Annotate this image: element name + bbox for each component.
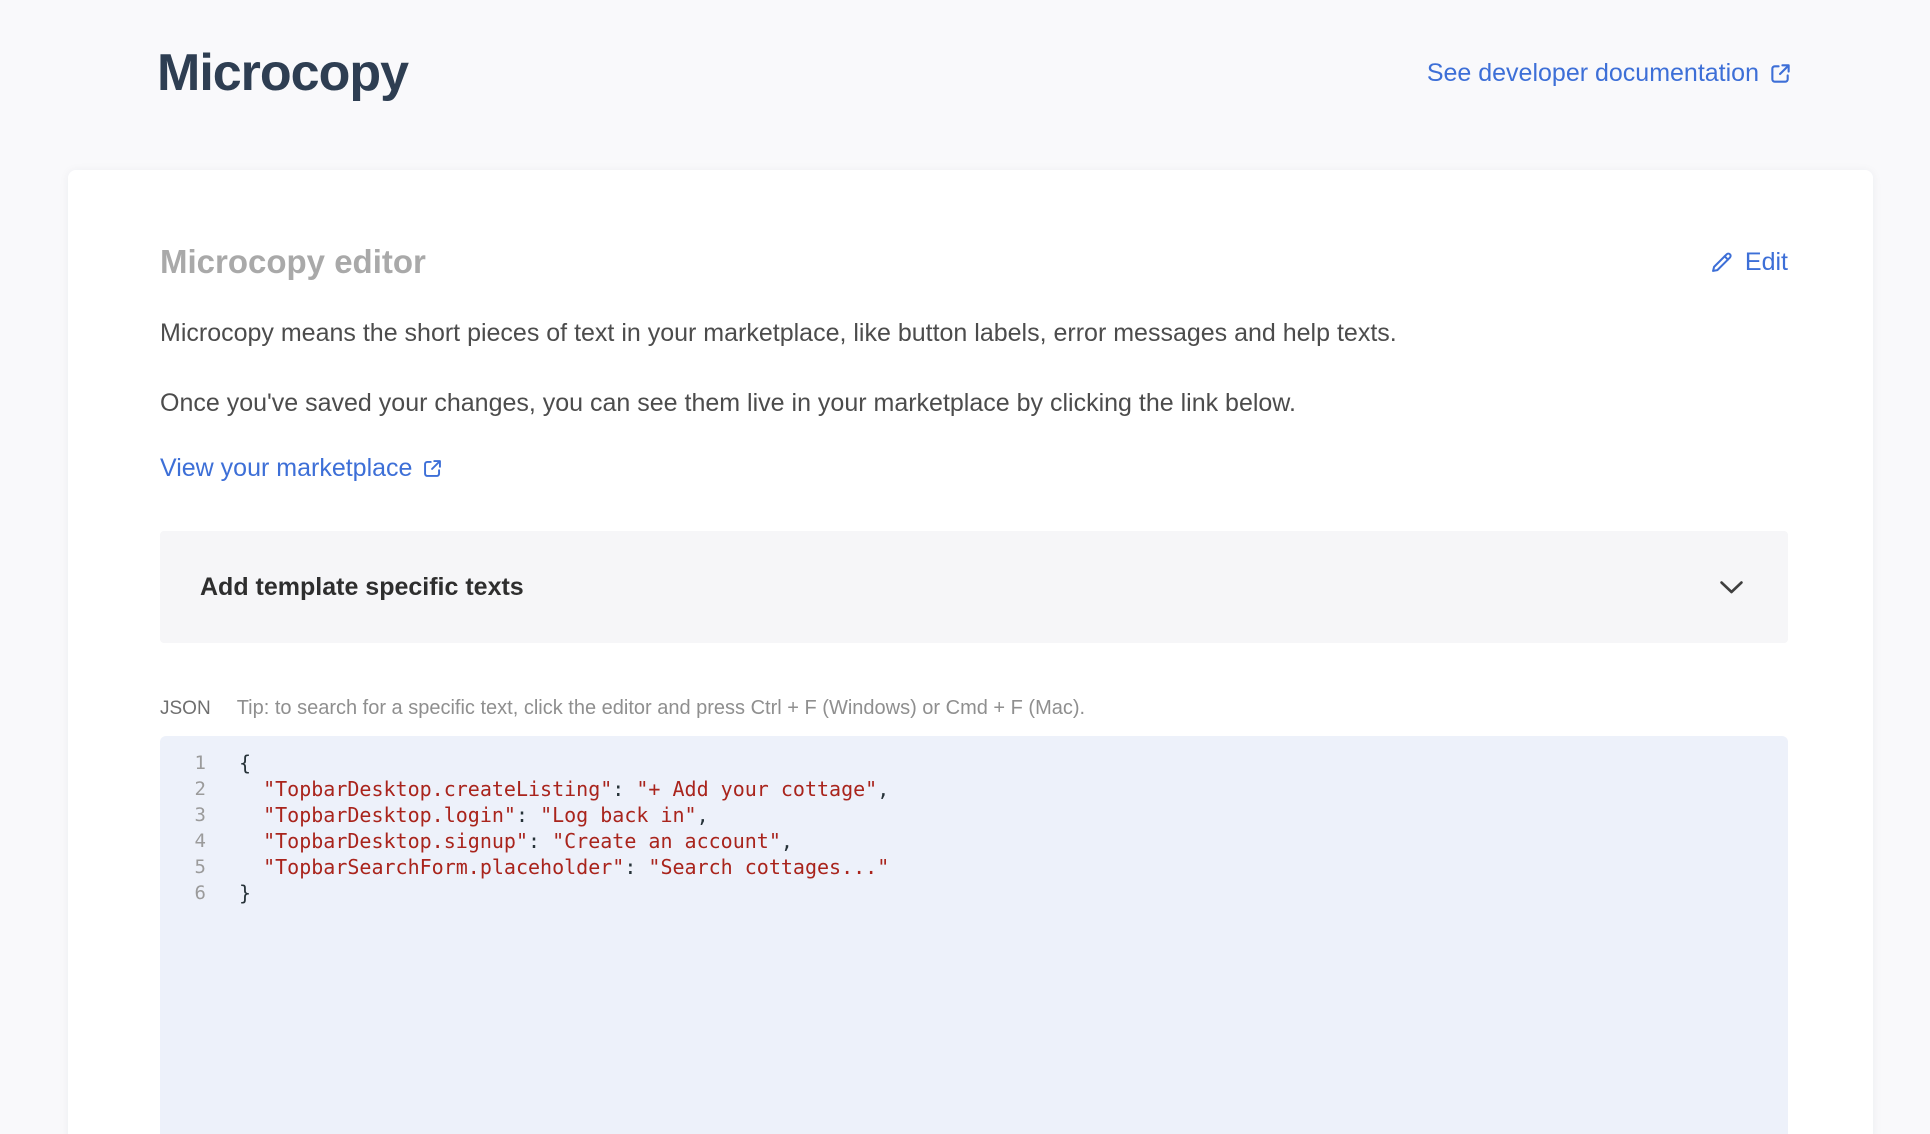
code-line: 4 "TopbarDesktop.signup": "Create an acc… — [180, 828, 1768, 854]
editor-meta-row: JSON Tip: to search for a specific text,… — [160, 697, 1788, 720]
external-link-icon — [1769, 62, 1792, 85]
line-number: 2 — [180, 776, 206, 802]
developer-documentation-link[interactable]: See developer documentation — [1427, 59, 1792, 88]
view-marketplace-link[interactable]: View your marketplace — [160, 454, 443, 483]
line-number: 4 — [180, 828, 206, 854]
microcopy-editor-card: Microcopy editor Edit Microcopy means th… — [68, 170, 1873, 1134]
accordion-label: Add template specific texts — [200, 573, 524, 602]
chevron-down-icon — [1719, 580, 1744, 595]
line-number: 1 — [180, 750, 206, 776]
code-line: 3 "TopbarDesktop.login": "Log back in", — [180, 802, 1768, 828]
card-header-row: Microcopy editor Edit — [160, 242, 1788, 282]
card-heading: Microcopy editor — [160, 242, 426, 282]
code-text: "TopbarDesktop.signup": "Create an accou… — [239, 828, 793, 854]
template-texts-accordion[interactable]: Add template specific texts — [160, 531, 1788, 643]
line-number: 3 — [180, 802, 206, 828]
intro-paragraph-2: Once you've saved your changes, you can … — [160, 382, 1470, 424]
code-text: } — [239, 880, 251, 906]
code-line: 1{ — [180, 750, 1768, 776]
page-header: Microcopy See developer documentation — [0, 0, 1930, 106]
code-text: "TopbarDesktop.login": "Log back in", — [239, 802, 709, 828]
editor-tip: Tip: to search for a specific text, clic… — [237, 697, 1085, 720]
view-marketplace-link-label: View your marketplace — [160, 454, 412, 483]
format-label: JSON — [160, 698, 211, 720]
code-text: "TopbarSearchForm.placeholder": "Search … — [239, 854, 889, 880]
line-number: 5 — [180, 854, 206, 880]
edit-button[interactable]: Edit — [1708, 248, 1788, 277]
code-line: 6} — [180, 880, 1768, 906]
line-number: 6 — [180, 880, 206, 906]
intro-paragraph-1: Microcopy means the short pieces of text… — [160, 312, 1470, 354]
code-text: { — [239, 750, 251, 776]
external-link-icon — [422, 458, 443, 479]
pencil-icon — [1708, 249, 1735, 276]
edit-button-label: Edit — [1745, 248, 1788, 277]
code-text: "TopbarDesktop.createListing": "+ Add yo… — [239, 776, 889, 802]
code-line: 5 "TopbarSearchForm.placeholder": "Searc… — [180, 854, 1768, 880]
code-line: 2 "TopbarDesktop.createListing": "+ Add … — [180, 776, 1768, 802]
developer-documentation-link-label: See developer documentation — [1427, 59, 1759, 88]
page-title: Microcopy — [157, 40, 408, 106]
code-editor[interactable]: 1{2 "TopbarDesktop.createListing": "+ Ad… — [160, 736, 1788, 1134]
